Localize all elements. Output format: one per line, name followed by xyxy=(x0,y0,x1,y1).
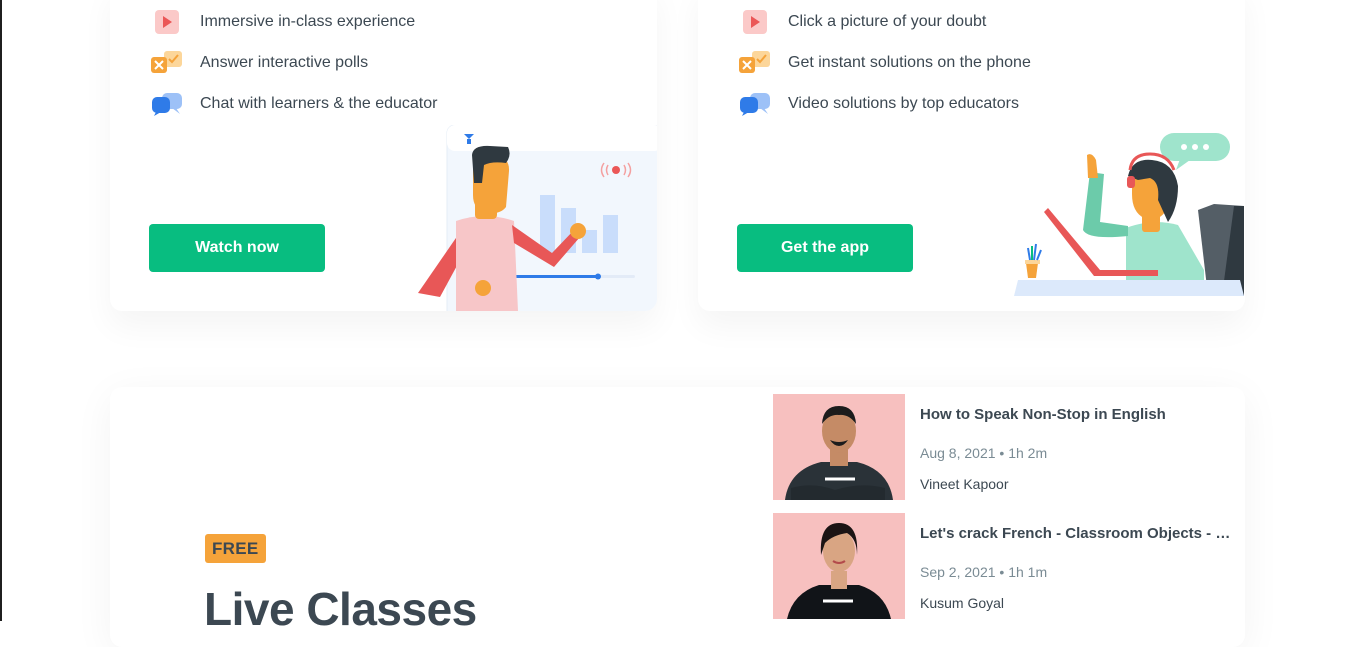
poll-icon xyxy=(150,50,184,76)
feature-text: Immersive in-class experience xyxy=(200,13,416,30)
feature-text: Chat with learners & the educator xyxy=(200,95,438,112)
feature-item: Answer interactive polls xyxy=(150,50,368,76)
chat-icon xyxy=(738,91,772,117)
class-title[interactable]: How to Speak Non-Stop in English xyxy=(920,406,1235,423)
feature-text: Answer interactive polls xyxy=(200,54,369,71)
class-list-item[interactable]: Let's crack French - Classroom Objects -… xyxy=(773,513,1245,621)
play-icon xyxy=(150,9,184,35)
class-author: Vineet Kapoor xyxy=(920,476,1009,492)
poll-icon xyxy=(738,50,772,76)
feature-item: Click a picture of your doubt xyxy=(738,9,986,35)
doubt-solving-card: Click a picture of your doubt Get instan… xyxy=(698,0,1245,311)
watch-now-button[interactable]: Watch now xyxy=(149,224,325,272)
free-badge: FREE xyxy=(205,534,266,563)
feature-text: Get instant solutions on the phone xyxy=(788,54,1031,71)
educator-thumbnail[interactable] xyxy=(773,394,905,500)
educator-thumbnail[interactable] xyxy=(773,513,905,619)
class-author: Kusum Goyal xyxy=(920,595,1005,611)
student-doubt-illustration xyxy=(1014,133,1244,296)
class-list-item[interactable]: How to Speak Non-Stop in English Aug 8, … xyxy=(773,394,1245,502)
class-duration: 1h 1m xyxy=(1008,564,1048,580)
live-classes-section: FREE Live Classes How to Speak Non-Stop … xyxy=(110,387,1245,647)
class-date: Aug 8, 2021 xyxy=(920,445,996,461)
feature-item: Get instant solutions on the phone xyxy=(738,50,1031,76)
class-title[interactable]: Let's crack French - Classroom Objects -… xyxy=(920,525,1235,542)
meta-separator: • xyxy=(999,564,1005,580)
window-edge xyxy=(0,0,2,621)
live-class-experience-card: Immersive in-class experience Answer int… xyxy=(110,0,657,311)
chat-icon xyxy=(150,91,184,117)
class-meta: Aug 8, 2021 • 1h 2m xyxy=(920,445,1047,461)
feature-text: Video solutions by top educators xyxy=(788,95,1019,112)
class-date: Sep 2, 2021 xyxy=(920,564,996,580)
educator-screen-illustration xyxy=(418,125,657,311)
play-icon xyxy=(738,9,772,35)
feature-item: Immersive in-class experience xyxy=(150,9,415,35)
section-title: Live Classes xyxy=(204,583,477,635)
feature-item: Chat with learners & the educator xyxy=(150,91,437,117)
class-duration: 1h 2m xyxy=(1008,445,1048,461)
meta-separator: • xyxy=(999,445,1005,461)
get-the-app-button[interactable]: Get the app xyxy=(737,224,913,272)
feature-item: Video solutions by top educators xyxy=(738,91,1019,117)
class-meta: Sep 2, 2021 • 1h 1m xyxy=(920,564,1047,580)
feature-text: Click a picture of your doubt xyxy=(788,13,987,30)
